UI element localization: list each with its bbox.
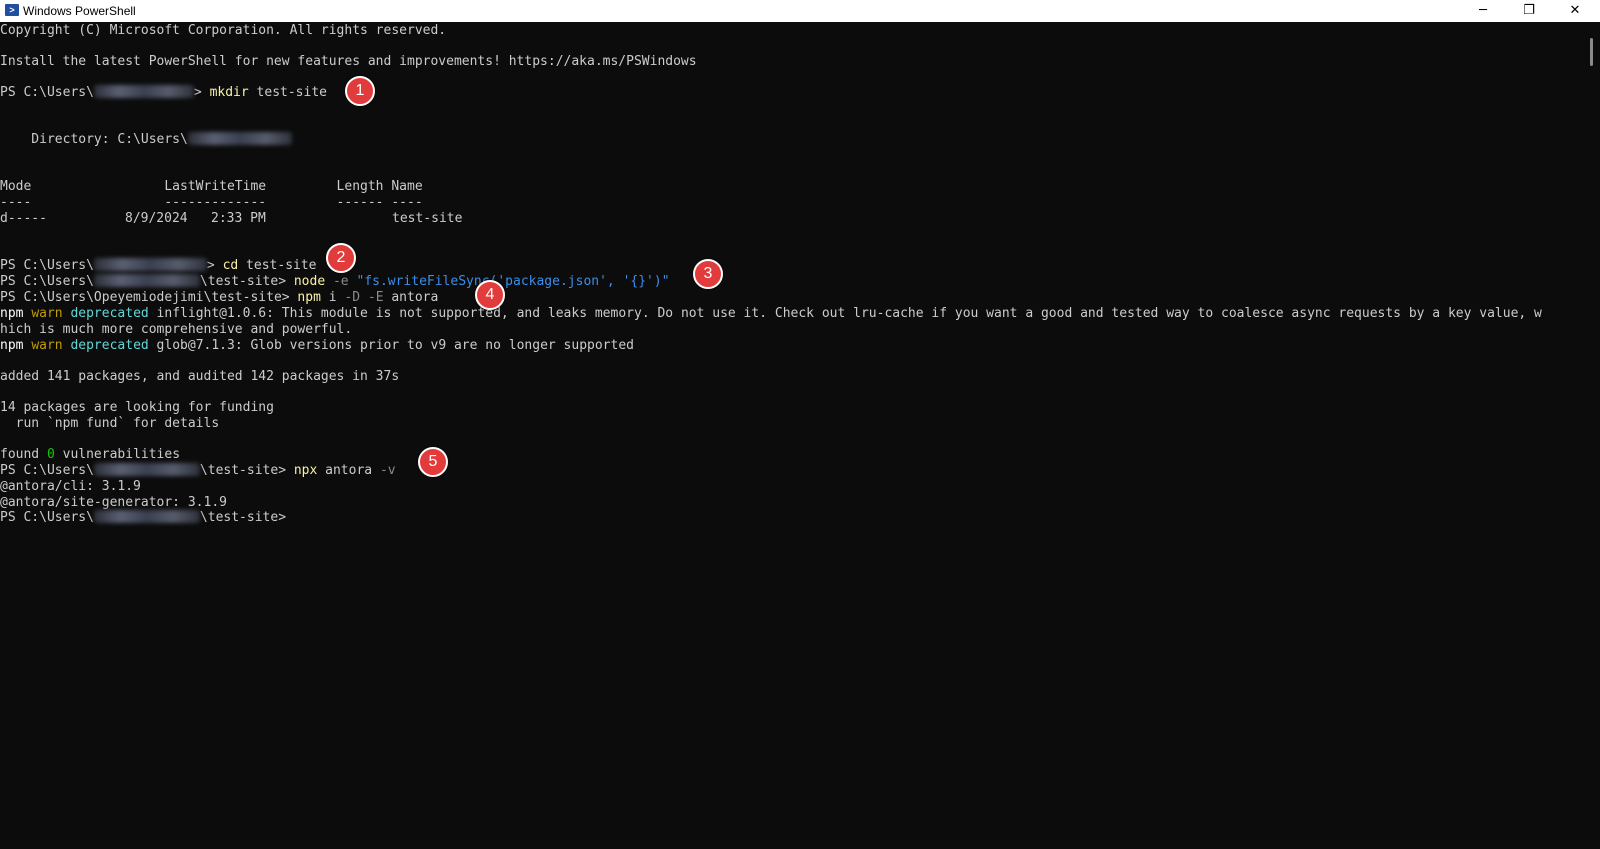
prompt-suffix: \test-site> bbox=[203, 290, 290, 305]
npm-label: npm bbox=[0, 306, 24, 321]
version-cli-line: @antora/cli: 3.1.9 bbox=[0, 479, 141, 494]
found-label: found bbox=[0, 447, 47, 462]
table-header: Mode LastWriteTime Length Name bbox=[0, 179, 423, 194]
vulnerabilities-line: found 0 vulnerabilities bbox=[0, 447, 180, 463]
command-name: npm bbox=[297, 290, 321, 305]
command-args: test-site bbox=[238, 258, 317, 273]
deprecated-label: deprecated bbox=[70, 338, 149, 353]
command-args: antora bbox=[317, 463, 373, 478]
row-name: test-site bbox=[392, 211, 463, 226]
row-date: 8/9/2024 bbox=[125, 211, 188, 226]
directory-label: Directory: C:\Users\ bbox=[0, 132, 188, 147]
install-hint-line: Install the latest PowerShell for new fe… bbox=[0, 54, 697, 69]
npm-warning-line: npm warn deprecated inflight@1.0.6: This… bbox=[0, 306, 1542, 322]
powershell-icon: > bbox=[5, 4, 19, 16]
funding-hint-line: run `npm fund` for details bbox=[0, 416, 220, 431]
redacted-username bbox=[93, 274, 200, 287]
redacted-username bbox=[93, 85, 194, 98]
copyright-line: Copyright (C) Microsoft Corporation. All… bbox=[0, 23, 447, 38]
prompt-line-cd: PS C:\Users\ > cd test-site bbox=[0, 258, 317, 274]
row-time: 2:33 PM bbox=[211, 211, 266, 226]
restore-button[interactable]: ❐ bbox=[1506, 0, 1552, 22]
row-mode: d----- bbox=[0, 211, 47, 226]
prompt-prefix: PS C:\Users\ bbox=[0, 85, 94, 100]
directory-line: Directory: C:\Users\ bbox=[0, 132, 292, 148]
close-button[interactable]: ✕ bbox=[1552, 0, 1598, 22]
prompt-suffix: > bbox=[206, 258, 215, 273]
vulnerabilities-label: vulnerabilities bbox=[54, 447, 181, 462]
prompt-line-current[interactable]: PS C:\Users\ \test-site> bbox=[0, 510, 286, 526]
redacted-username bbox=[93, 463, 200, 476]
command-flag: -e bbox=[325, 274, 349, 289]
vertical-scrollbar[interactable] bbox=[1582, 22, 1600, 849]
npm-warning-continuation: hich is much more comprehensive and powe… bbox=[0, 322, 353, 337]
step-marker-3: 3 bbox=[693, 259, 723, 289]
command-package: antora bbox=[383, 290, 439, 305]
prompt-line-node: PS C:\Users\ \test-site> node -e "fs.writ… bbox=[0, 274, 670, 290]
window-title: Windows PowerShell bbox=[23, 4, 136, 18]
redacted-path bbox=[187, 132, 292, 145]
step-marker-4: 4 bbox=[475, 280, 505, 310]
prompt-user: Opeyemiodejimi bbox=[93, 290, 204, 305]
warning-text: inflight@1.0.6: This module is not suppo… bbox=[148, 306, 1542, 321]
command-string: "fs.writeFileSync('package.json', '{}')" bbox=[348, 274, 670, 289]
scrollbar-thumb[interactable] bbox=[1590, 38, 1593, 66]
prompt-suffix: > bbox=[193, 85, 202, 100]
npm-warning-line: npm warn deprecated glob@7.1.3: Glob ver… bbox=[0, 338, 634, 354]
npm-label: npm bbox=[0, 338, 24, 353]
prompt-line-mkdir: PS C:\Users\ > mkdir test-site bbox=[0, 85, 327, 101]
prompt-line-npx: PS C:\Users\ \test-site> npx antora -v bbox=[0, 463, 396, 479]
command-name: npx bbox=[293, 463, 318, 478]
command-flags: -D -E bbox=[336, 290, 384, 305]
warning-text: glob@7.1.3: Glob versions prior to v9 ar… bbox=[148, 338, 634, 353]
prompt-prefix: PS C:\Users\ bbox=[0, 274, 94, 289]
redacted-username bbox=[93, 510, 200, 523]
title-bar: > Windows PowerShell ─ ❐ ✕ bbox=[0, 0, 1600, 22]
minimize-button[interactable]: ─ bbox=[1460, 0, 1506, 22]
step-marker-5: 5 bbox=[418, 447, 448, 477]
prompt-suffix: \test-site> bbox=[199, 510, 287, 525]
vulnerability-count: 0 bbox=[46, 447, 55, 462]
prompt-suffix: \test-site> bbox=[199, 463, 287, 478]
prompt-prefix: PS C:\Users\ bbox=[0, 290, 94, 305]
prompt-prefix: PS C:\Users\ bbox=[0, 510, 94, 525]
command-args: i bbox=[320, 290, 337, 305]
table-rule: ---- ------------- ------ ---- bbox=[0, 195, 423, 210]
command-args: test-site bbox=[248, 85, 327, 100]
command-name: cd bbox=[222, 258, 239, 273]
version-generator-line: @antora/site-generator: 3.1.9 bbox=[0, 495, 227, 510]
command-flag: -v bbox=[372, 463, 396, 478]
redacted-username bbox=[93, 258, 207, 271]
prompt-line-npm: PS C:\Users\Opeyemiodejimi\test-site> np… bbox=[0, 290, 438, 306]
command-name: mkdir bbox=[209, 85, 249, 100]
step-marker-2: 2 bbox=[326, 243, 356, 273]
prompt-prefix: PS C:\Users\ bbox=[0, 463, 94, 478]
prompt-suffix: \test-site> bbox=[199, 274, 287, 289]
funding-line: 14 packages are looking for funding bbox=[0, 400, 274, 415]
deprecated-label: deprecated bbox=[70, 306, 149, 321]
added-packages-line: added 141 packages, and audited 142 pack… bbox=[0, 369, 400, 384]
table-row: d----- 8/9/2024 2:33 PM test-site bbox=[0, 211, 462, 227]
warn-label: warn bbox=[31, 338, 63, 353]
prompt-prefix: PS C:\Users\ bbox=[0, 258, 94, 273]
command-name: node bbox=[293, 274, 326, 289]
warn-label: warn bbox=[31, 306, 63, 321]
step-marker-1: 1 bbox=[345, 76, 375, 106]
